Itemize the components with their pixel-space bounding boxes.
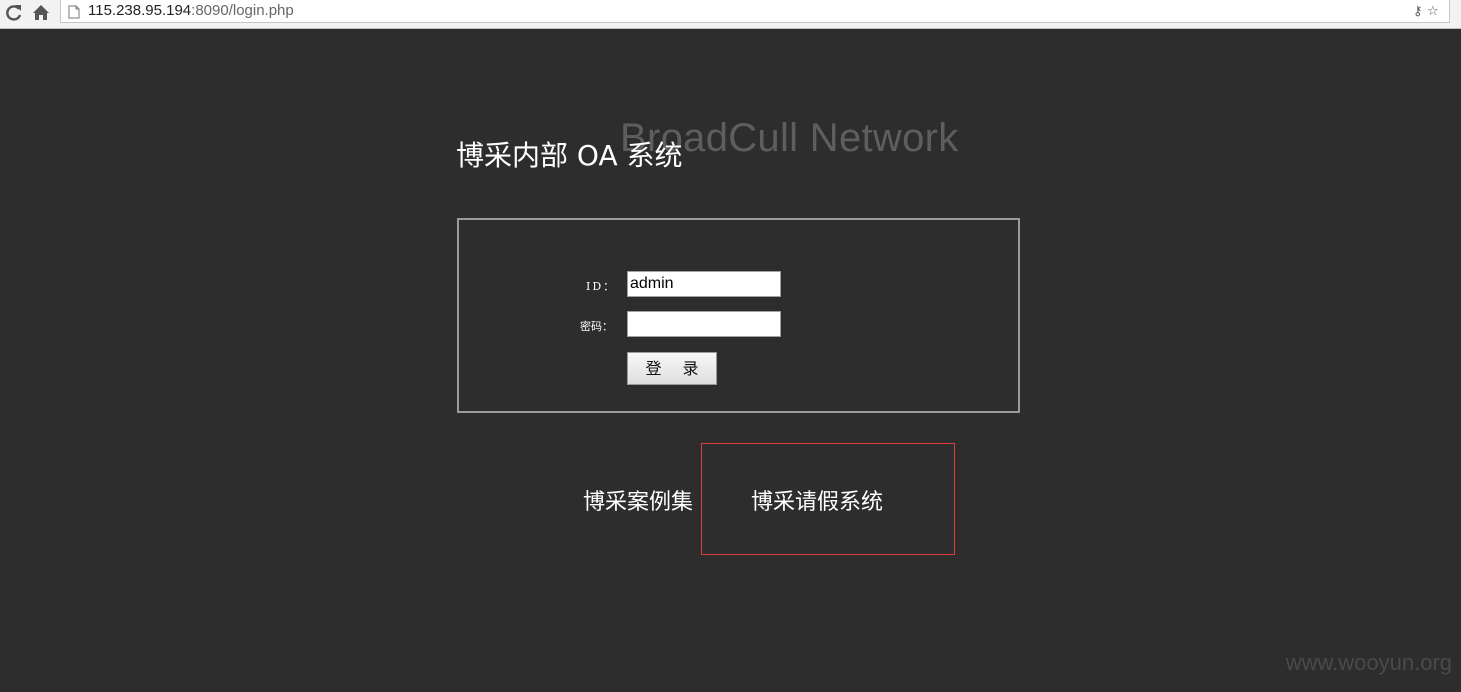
page-title: 博采内部 OA 系统 <box>456 139 683 172</box>
url-path: :8090/login.php <box>191 2 294 19</box>
home-icon[interactable] <box>31 3 51 23</box>
password-label: 密码： <box>580 320 613 333</box>
reload-icon[interactable] <box>4 3 24 23</box>
url-text[interactable]: 115.238.95.194:8090/login.php <box>88 2 294 20</box>
highlight-annotation-box <box>701 443 955 555</box>
key-icon[interactable]: ⚷ <box>1413 3 1423 21</box>
id-label: ID： <box>586 280 617 293</box>
browser-toolbar: 115.238.95.194:8090/login.php ⚷ ☆ <box>0 0 1461 29</box>
site-watermark: www.wooyun.org <box>1285 650 1452 675</box>
id-input[interactable] <box>627 271 781 297</box>
password-input[interactable] <box>627 311 781 337</box>
login-button[interactable]: 登 录 <box>627 352 717 385</box>
page-icon <box>68 4 80 19</box>
address-bar[interactable]: 115.238.95.194:8090/login.php ⚷ ☆ <box>60 0 1450 23</box>
address-bar-actions: ⚷ ☆ <box>1413 3 1445 21</box>
url-host: 115.238.95.194 <box>88 2 192 19</box>
star-icon[interactable]: ☆ <box>1427 3 1439 21</box>
cases-link[interactable]: 博采案例集 <box>583 484 693 516</box>
